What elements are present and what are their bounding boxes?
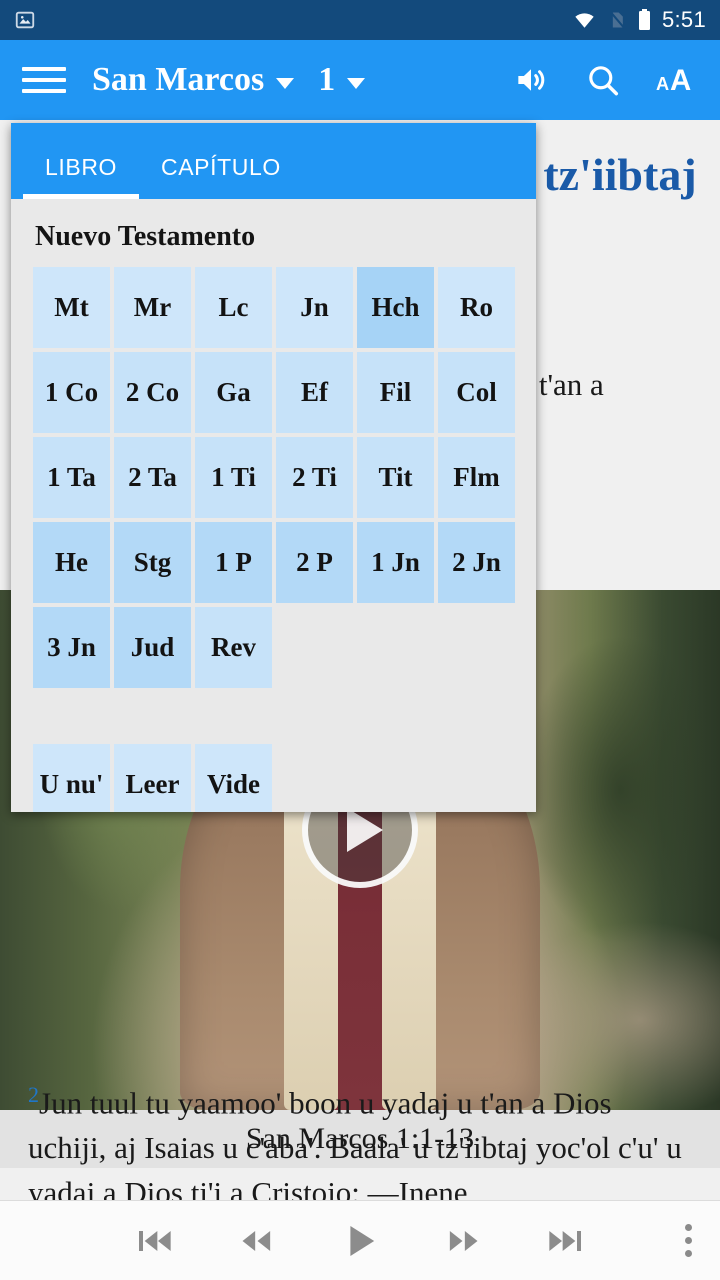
book-cell[interactable]: 2 P (276, 522, 353, 603)
testament-label: Nuevo Testamento (35, 221, 256, 252)
panel-body: Nuevo Testamento Mt Mr Lc Jn Hch Ro 1 Co 2 Co Ga… (11, 199, 536, 812)
book-cell[interactable]: Flm (438, 437, 515, 518)
book-cell[interactable]: Ef (276, 352, 353, 433)
svg-text:A: A (656, 74, 669, 94)
wifi-icon (572, 9, 597, 31)
rewind-icon[interactable] (233, 1221, 279, 1261)
verse-number: 2 (28, 1082, 39, 1107)
book-cell[interactable]: 1 Ta (33, 437, 110, 518)
chapter-number-label[interactable]: 1 (318, 61, 335, 99)
search-icon[interactable] (584, 61, 622, 99)
volume-up-icon[interactable] (512, 61, 550, 99)
image-notification-icon (14, 9, 36, 31)
grid-spacer (11, 692, 536, 744)
tab-capitulo[interactable]: CAPÍTULO (139, 154, 303, 199)
book-cell[interactable]: 2 Jn (438, 522, 515, 603)
extra-button-grid: U nu' Leer Vide (11, 744, 536, 812)
book-cell[interactable]: 3 Jn (33, 607, 110, 688)
book-cell[interactable]: 2 Ta (114, 437, 191, 518)
chapter-chevron-down-icon[interactable] (347, 77, 366, 89)
book-cell[interactable]: 2 Ti (276, 437, 353, 518)
book-cell[interactable]: Stg (114, 522, 191, 603)
status-clock: 5:51 (661, 7, 706, 32)
book-cell[interactable]: He (33, 522, 110, 603)
book-cell[interactable]: 2 Co (114, 352, 191, 433)
text-size-icon[interactable]: A A (656, 61, 698, 99)
book-cell[interactable]: Ga (195, 352, 272, 433)
app-toolbar: San Marcos 1 A A (0, 40, 720, 120)
hamburger-menu-icon[interactable] (22, 63, 66, 97)
tab-libro[interactable]: LIBRO (23, 154, 140, 199)
book-cell[interactable]: 1 Jn (357, 522, 434, 603)
book-cell[interactable]: Mt (33, 267, 110, 348)
battery-icon (637, 8, 652, 32)
book-cell[interactable]: 1 Ti (195, 437, 272, 518)
book-cell[interactable]: Jn (276, 267, 353, 348)
book-cell[interactable]: Lc (195, 267, 272, 348)
skip-next-icon[interactable] (543, 1221, 589, 1261)
more-vertical-icon[interactable] (685, 1224, 692, 1257)
book-cell[interactable]: Rev (195, 607, 272, 688)
book-chevron-down-icon[interactable] (276, 77, 295, 89)
book-title-label[interactable]: San Marcos (92, 61, 264, 99)
book-cell[interactable]: Fil (357, 352, 434, 433)
book-cell[interactable]: Col (438, 352, 515, 433)
media-player-bar (0, 1200, 720, 1280)
book-cell[interactable]: Ro (438, 267, 515, 348)
book-cell[interactable]: Hch (357, 267, 434, 348)
skip-previous-icon[interactable] (131, 1221, 177, 1261)
book-grid: Mt Mr Lc Jn Hch Ro 1 Co 2 Co Ga Ef Fil Col 1 Ta 2 Ta 1… (11, 267, 536, 692)
book-cell[interactable]: Tit (357, 437, 434, 518)
book-selector-panel: LIBRO CAPÍTULO Nuevo Testamento Mt Mr Lc Jn… (11, 123, 536, 812)
play-icon[interactable] (335, 1218, 385, 1264)
verse-paragraph: 2Jun tuul tu yaamoo' boon u yadaj u t'an… (0, 1050, 720, 1215)
status-bar: 5:51 (0, 0, 720, 40)
svg-text:A: A (670, 64, 691, 97)
app-root: 5:51 San Marcos 1 A A tz'iibtaj t'an a S… (0, 0, 720, 1280)
extra-action-button[interactable]: U nu' (33, 744, 110, 812)
fast-forward-icon[interactable] (441, 1221, 487, 1261)
book-cell[interactable]: Jud (114, 607, 191, 688)
panel-tab-bar: LIBRO CAPÍTULO (11, 123, 536, 199)
verse-text: Jun tuul tu yaamoo' boon u yadaj u t'an … (28, 1085, 682, 1211)
extra-action-button[interactable]: Leer (114, 744, 191, 812)
book-cell[interactable]: 1 Co (33, 352, 110, 433)
book-cell[interactable]: 1 P (195, 522, 272, 603)
extra-action-button[interactable]: Vide (195, 744, 272, 812)
book-cell[interactable]: Mr (114, 267, 191, 348)
sim-card-off-icon (607, 8, 627, 32)
